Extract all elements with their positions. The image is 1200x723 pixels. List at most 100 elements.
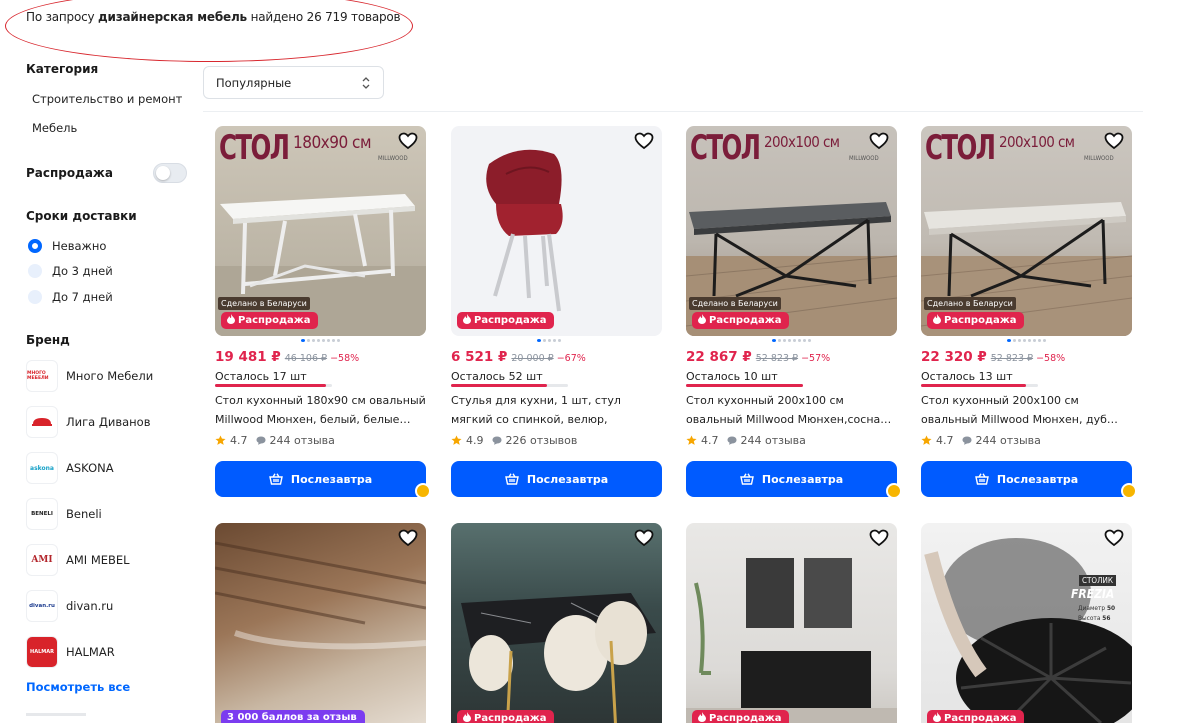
sale-tag: Распродажа bbox=[692, 312, 790, 329]
brand-logo-text: HALMAR bbox=[30, 649, 54, 655]
brand-logo-text: МНОГО МЕБЕЛИ bbox=[27, 371, 49, 381]
sale-toggle[interactable] bbox=[153, 163, 187, 183]
product-title[interactable]: Стол кухонный 180х90 см овальный Millwoo… bbox=[215, 391, 430, 429]
toggle-knob bbox=[156, 166, 170, 180]
image-pager-dots bbox=[1007, 339, 1046, 343]
round-table-illustration bbox=[924, 538, 1132, 723]
product-image[interactable]: СТОЛ 200x100 см MILLWOOD Сделано в Белар… bbox=[686, 126, 897, 336]
sideboard-illustration bbox=[686, 558, 897, 723]
category-item-construction[interactable]: Строительство и ремонт bbox=[32, 92, 182, 106]
category-item-furniture[interactable]: Мебель bbox=[32, 121, 77, 135]
promo-size: 200x100 см bbox=[999, 133, 1075, 151]
delivery-option-any[interactable]: Неважно bbox=[28, 239, 106, 253]
favorite-heart-icon[interactable] bbox=[398, 132, 418, 150]
comment-icon bbox=[962, 436, 971, 445]
promo-title: СТОЛИК bbox=[1079, 575, 1116, 586]
sale-tag-label: Распродажа bbox=[944, 315, 1017, 326]
fire-icon bbox=[463, 314, 471, 324]
add-to-cart-button[interactable]: Послезавтра bbox=[921, 461, 1132, 497]
brand-item-liga-divanov[interactable]: Лига Диванов bbox=[26, 406, 150, 438]
stock-bar-fill bbox=[215, 384, 327, 387]
sort-dropdown[interactable]: Популярные bbox=[203, 66, 384, 99]
rating-value: 4.9 bbox=[466, 434, 484, 447]
reviews-count[interactable]: 244 отзыва bbox=[270, 434, 335, 447]
brand-item-ami-mebel[interactable]: AMI AMI MEBEL bbox=[26, 544, 130, 576]
stock-bar bbox=[451, 384, 568, 387]
brand-logo: BENELI bbox=[26, 498, 58, 530]
see-all-brands-link[interactable]: Посмотреть все bbox=[26, 680, 130, 694]
add-to-cart-button[interactable]: Послезавтра bbox=[451, 461, 662, 497]
brand-item-askona[interactable]: askona ASKONA bbox=[26, 452, 114, 484]
star-icon bbox=[215, 435, 226, 445]
product-image[interactable]: СТОЛ 200x100 см MILLWOOD Сделано в Белар… bbox=[921, 126, 1132, 336]
fire-icon bbox=[698, 712, 706, 722]
brand-item-halmar[interactable]: HALMAR HALMAR bbox=[26, 636, 115, 668]
favorite-heart-icon[interactable] bbox=[869, 132, 889, 150]
basket-icon bbox=[505, 473, 519, 485]
brand-item-mnogo-mebeli[interactable]: МНОГО МЕБЕЛИ Много Мебели bbox=[26, 360, 153, 392]
favorite-heart-icon[interactable] bbox=[1104, 132, 1124, 150]
product-title[interactable]: Стол кухонный 200х100 см овальный Millwo… bbox=[686, 391, 901, 429]
next-section-stub bbox=[26, 713, 86, 716]
product-image[interactable]: 3 000 баллов за отзыв bbox=[215, 523, 426, 723]
add-to-cart-button[interactable]: Послезавтра bbox=[215, 461, 426, 497]
discount: −58% bbox=[330, 353, 360, 364]
stock-left: Осталось 10 шт bbox=[686, 370, 778, 383]
brand-logo: askona bbox=[26, 452, 58, 484]
sale-tag: Распродажа bbox=[927, 710, 1025, 723]
product-image[interactable]: Распродажа bbox=[686, 523, 897, 723]
comment-icon bbox=[727, 436, 736, 445]
price-block: 22 320 ₽52 823 ₽ −58% bbox=[921, 349, 1065, 365]
stock-bar-fill bbox=[451, 384, 547, 387]
favorite-heart-icon[interactable] bbox=[634, 529, 654, 547]
sale-filter-label: Распродажа bbox=[26, 166, 113, 180]
star-icon bbox=[451, 435, 462, 445]
delivery-day-label: Послезавтра bbox=[996, 472, 1079, 486]
stock-left: Осталось 52 шт bbox=[451, 370, 543, 383]
rating-row: 4.7 244 отзыва bbox=[686, 434, 806, 447]
brand-label: divan.ru bbox=[66, 599, 114, 613]
origin-tag: Сделано в Беларуси bbox=[689, 297, 781, 310]
reviews-count[interactable]: 244 отзыва bbox=[741, 434, 806, 447]
product-card[interactable]: СТОЛИК FREZIA Диаметр 50 Высота 56 Распр… bbox=[921, 523, 1132, 723]
promo-word: СТОЛ bbox=[925, 128, 996, 168]
add-to-cart-button[interactable]: Послезавтра bbox=[686, 461, 897, 497]
highlight-annotation-oval bbox=[5, 0, 413, 62]
brand-logo-text: askona bbox=[30, 464, 54, 472]
product-title[interactable]: Стулья для кухни, 1 шт, стул мягкий со с… bbox=[451, 391, 666, 429]
delivery-option-3days[interactable]: До 3 дней bbox=[28, 264, 113, 278]
fire-icon bbox=[933, 314, 941, 324]
delivery-option-label: До 7 дней bbox=[52, 290, 113, 304]
stock-bar-fill bbox=[686, 384, 803, 387]
product-title[interactable]: Стол кухонный 200х100 см овальный Millwo… bbox=[921, 391, 1136, 429]
product-image[interactable]: СТОЛИК FREZIA Диаметр 50 Высота 56 Распр… bbox=[921, 523, 1132, 723]
delivery-day-label: Послезавтра bbox=[290, 472, 373, 486]
brand-item-divan-ru[interactable]: divan.ru divan.ru bbox=[26, 590, 113, 622]
promo-name: FREZIA bbox=[1071, 587, 1115, 601]
product-card[interactable]: 3 000 баллов за отзыв bbox=[215, 523, 426, 723]
product-card[interactable]: Распродажа bbox=[686, 523, 897, 723]
reviews-count[interactable]: 226 отзывов bbox=[506, 434, 578, 447]
current-price: 22 867 ₽ bbox=[686, 349, 752, 365]
product-card[interactable]: Распродажа bbox=[451, 523, 662, 723]
brand-item-beneli[interactable]: BENELI Beneli bbox=[26, 498, 102, 530]
brand-label: HALMAR bbox=[66, 645, 115, 659]
premium-crown-badge bbox=[415, 483, 431, 499]
radio-selected bbox=[28, 239, 42, 253]
favorite-heart-icon[interactable] bbox=[869, 529, 889, 547]
product-image[interactable]: СТОЛ 180x90 см MILLWOOD Сделано в Белару… bbox=[215, 126, 426, 336]
favorite-heart-icon[interactable] bbox=[634, 132, 654, 150]
favorite-heart-icon[interactable] bbox=[398, 529, 418, 547]
reviews-count[interactable]: 244 отзыва bbox=[976, 434, 1041, 447]
price-block: 22 867 ₽52 823 ₽ −57% bbox=[686, 349, 830, 365]
favorite-heart-icon[interactable] bbox=[1104, 529, 1124, 547]
image-pager-dots bbox=[301, 339, 340, 343]
product-image[interactable]: Распродажа bbox=[451, 126, 662, 336]
brand-logo: AMI bbox=[26, 544, 58, 576]
product-image[interactable]: Распродажа bbox=[451, 523, 662, 723]
promo-size: 180x90 см bbox=[293, 133, 372, 153]
radio-unselected bbox=[28, 290, 42, 304]
stock-bar bbox=[686, 384, 803, 387]
delivery-option-7days[interactable]: До 7 дней bbox=[28, 290, 113, 304]
brand-logo: divan.ru bbox=[26, 590, 58, 622]
